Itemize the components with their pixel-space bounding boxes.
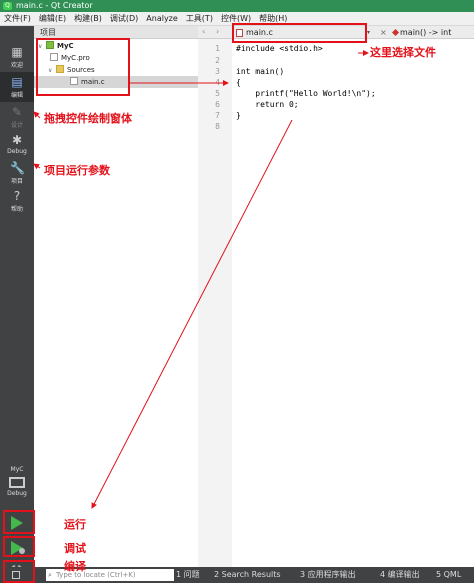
kit-build-mode: Debug <box>7 490 27 497</box>
window-title: main.c - Qt Creator <box>16 1 93 10</box>
qt-logo-icon: Q <box>3 2 12 10</box>
function-icon <box>392 28 400 37</box>
menu-file[interactable]: 文件(F) <box>0 12 35 25</box>
monitor-icon <box>9 477 25 488</box>
nav-arrows: ‹ › <box>198 26 232 39</box>
document-icon: ▤ <box>11 75 23 89</box>
status-bar: ⌕ Type to locate (Ctrl+K) 1 问题 2 Search … <box>34 567 474 583</box>
mode-projects[interactable]: 🔧 项目 <box>0 158 34 188</box>
wrench-icon: 🔧 <box>10 161 25 175</box>
annotation-box-run <box>3 510 35 534</box>
menu-analyze[interactable]: Analyze <box>142 12 182 25</box>
code-line: int main() <box>236 67 285 76</box>
annotation-box-debug <box>3 536 35 557</box>
kit-selector[interactable]: MyC Debug <box>0 466 34 506</box>
code-line: } <box>236 111 241 120</box>
pane-qml[interactable]: 5 QML <box>436 567 461 583</box>
annotation-run: 运行 <box>64 518 86 531</box>
menu-build[interactable]: 构建(B) <box>70 12 106 25</box>
code-line: printf("Hello World!\n"); <box>236 89 376 98</box>
kit-name: MyC <box>10 466 24 473</box>
line-number: 7 <box>215 111 220 120</box>
project-panel-title: 项目 <box>40 28 56 37</box>
line-number: 6 <box>215 100 220 109</box>
annotation-debug: 调试 <box>64 542 86 555</box>
close-file-icon[interactable]: × <box>380 26 387 39</box>
forward-arrow-icon[interactable]: › <box>216 27 219 36</box>
mode-debug[interactable]: ✱ Debug <box>0 130 34 160</box>
pane-search-results[interactable]: 2 Search Results <box>214 567 281 583</box>
grid-icon: ▦ <box>11 45 23 59</box>
menu-debug[interactable]: 调试(D) <box>106 12 142 25</box>
line-number: 8 <box>215 122 220 131</box>
title-bar: Q main.c - Qt Creator <box>0 0 474 12</box>
annotation-project-params: 项目运行参数 <box>44 164 110 177</box>
code-line: #include <stdio.h> <box>236 44 323 53</box>
annotation-box-file-selector <box>232 23 367 43</box>
code-editor[interactable] <box>232 39 474 567</box>
annotation-box-build <box>3 560 35 583</box>
line-number: 3 <box>215 67 220 76</box>
mode-help[interactable]: ? 帮助 <box>0 186 34 216</box>
dropdown-icon: ▾ <box>366 29 370 36</box>
code-line: { <box>236 78 241 87</box>
line-number: 4 <box>215 78 220 87</box>
mode-design[interactable]: ✎ 设计 <box>0 102 34 132</box>
menu-tools[interactable]: 工具(T) <box>182 12 217 25</box>
pane-compile-output[interactable]: 4 编译输出 <box>380 567 420 583</box>
mode-welcome[interactable]: ▦ 欢迎 <box>0 42 34 72</box>
line-number: 1 <box>215 44 220 53</box>
code-line: return 0; <box>236 100 299 109</box>
mode-edit[interactable]: ▤ 编辑 <box>0 72 34 102</box>
pane-app-output[interactable]: 3 应用程序输出 <box>300 567 356 583</box>
search-icon: ⌕ <box>48 571 52 579</box>
symbol-selector[interactable]: main() -> int <box>392 26 474 39</box>
annotation-select-file: 这里选择文件 <box>370 46 436 59</box>
line-number: 5 <box>215 89 220 98</box>
pane-issues[interactable]: 1 问题 <box>176 567 200 583</box>
bug-icon: ✱ <box>11 133 23 147</box>
back-arrow-icon[interactable]: ‹ <box>202 27 205 36</box>
annotation-box-project-tree <box>36 38 130 96</box>
help-icon: ? <box>13 189 21 203</box>
annotation-drag-controls: 拖拽控件绘制窗体 <box>44 112 132 125</box>
line-number: 2 <box>215 56 220 65</box>
menu-edit[interactable]: 编辑(E) <box>35 12 70 25</box>
annotation-build: 编译 <box>64 560 86 573</box>
pencil-icon: ✎ <box>11 105 23 119</box>
